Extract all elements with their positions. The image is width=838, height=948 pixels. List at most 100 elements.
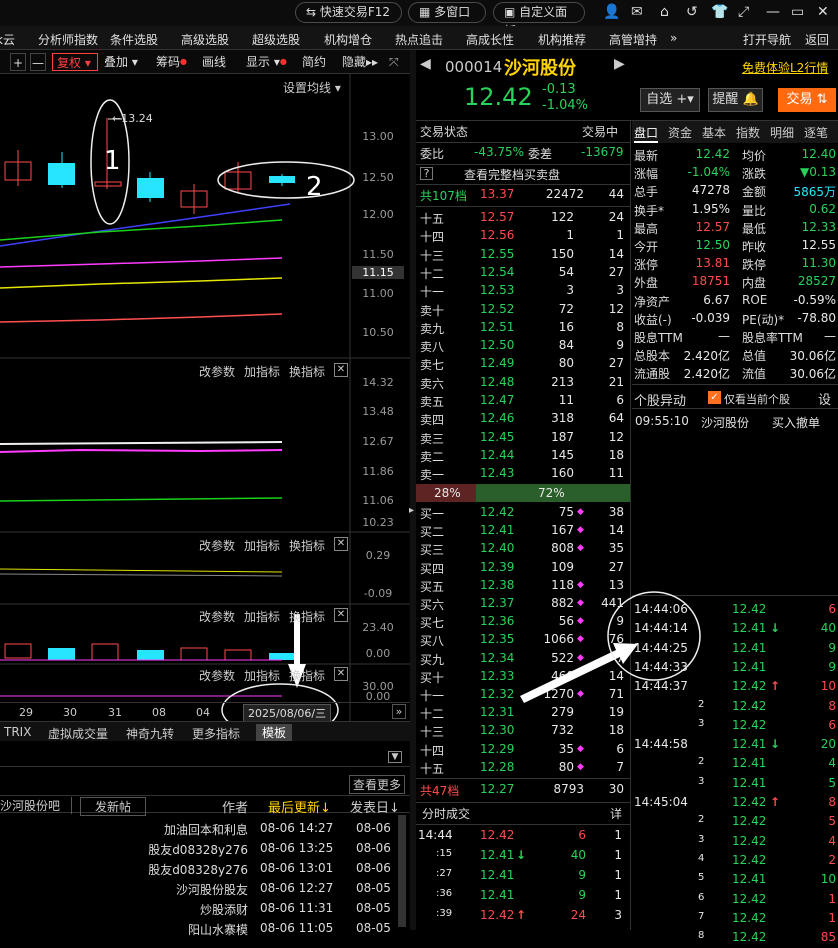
ask-row[interactable]: 卖七 12.49 80 27 xyxy=(416,356,630,374)
tab-detail[interactable]: 明细 xyxy=(770,124,794,141)
zoom-out-button[interactable]: — xyxy=(30,53,46,71)
ask-row[interactable]: 十三 12.55 150 14 xyxy=(416,247,630,265)
movement-settings-button[interactable]: 设 xyxy=(818,389,831,408)
mail-icon[interactable]: ✉ xyxy=(631,4,643,20)
edit-params-button[interactable]: 改参数 xyxy=(199,363,235,380)
alert-button[interactable]: 提醒 🔔 xyxy=(708,88,763,112)
l2-promo-link[interactable]: 免费体验L2行情 xyxy=(742,59,828,76)
close-panel-icon[interactable]: ✕ xyxy=(334,363,348,377)
forum-row[interactable]: 炒股添财 08-06 11:31 08-05 xyxy=(0,901,396,919)
menu-item-condition-select[interactable]: 条件选股 xyxy=(110,31,158,48)
menu-item-hotspot[interactable]: 热点追击 xyxy=(395,31,443,48)
tab-basic[interactable]: 基本 xyxy=(702,124,726,141)
menu-item-exec-increase[interactable]: 高管增持 xyxy=(609,31,657,48)
ask-row[interactable]: 十一 12.53 3 3 xyxy=(416,283,630,301)
forum-row[interactable]: 加油回本和利息 08-06 14:27 08-06 xyxy=(0,821,396,839)
switch-indicator-button[interactable]: 换指标 xyxy=(289,608,325,625)
bid-row[interactable]: 十五 12.28 80 ◆ 7 xyxy=(416,760,630,778)
bid-row[interactable]: 十四 12.29 35 ◆ 6 xyxy=(416,742,630,760)
ask-row[interactable]: 卖六 12.48 213 21 xyxy=(416,375,630,393)
ask-row[interactable]: 十五 12.57 122 24 xyxy=(416,210,630,228)
ask-row[interactable]: 卖九 12.51 16 8 xyxy=(416,320,630,338)
bid-row[interactable]: 买二 12.41 167 ◆ 14 xyxy=(416,523,630,541)
prev-stock-icon[interactable]: ◀ xyxy=(420,56,431,72)
simple-button[interactable]: 简约 xyxy=(302,53,326,71)
ma-settings-button[interactable]: 设置均线 ▾ xyxy=(283,79,341,96)
bid-row[interactable]: 买一 12.42 75 ◆ 38 xyxy=(416,505,630,523)
tab-tick-by-tick[interactable]: 逐笔 xyxy=(804,124,828,141)
menu-item-advanced-select[interactable]: 高级选股 xyxy=(181,31,229,48)
hide-button[interactable]: 隐藏▸▸ xyxy=(342,53,378,71)
ticks-detail-button[interactable]: 详 xyxy=(610,805,622,822)
add-indicator-button[interactable]: 加指标 xyxy=(244,667,280,684)
fuquan-dropdown[interactable]: 复权 ▾ xyxy=(52,53,98,71)
close-panel-icon[interactable]: ✕ xyxy=(334,537,348,551)
menu-more-icon[interactable]: » xyxy=(670,31,677,45)
back-icon[interactable]: ↺ xyxy=(686,4,698,20)
quick-trade-button[interactable]: ⇆ 快速交易F12 xyxy=(295,2,402,23)
tab-magic-nine[interactable]: 神奇九转 xyxy=(126,725,174,742)
forum-row[interactable]: 阳山水寨模 08-06 11:05 08-05 xyxy=(0,921,396,939)
draw-line-button[interactable]: 画线 xyxy=(202,53,226,71)
new-post-button[interactable]: 发新帖 xyxy=(80,797,147,816)
only-current-checkbox[interactable]: ✓ xyxy=(708,391,721,404)
fullscreen-icon[interactable]: ⤢ xyxy=(738,4,749,20)
menu-item-institution-recommend[interactable]: 机构推荐 xyxy=(538,31,586,48)
post-date-header[interactable]: 发表日↓ xyxy=(350,797,400,816)
watchlist-button[interactable]: 自选 +▾ xyxy=(640,88,700,112)
tab-funds[interactable]: 资金 xyxy=(668,124,692,141)
scrollbar[interactable] xyxy=(398,815,406,927)
full-book-button[interactable]: 查看完整档买卖盘 xyxy=(464,166,560,183)
restore-icon[interactable]: ▭ xyxy=(791,4,804,20)
menu-item-cloud[interactable]: k云 xyxy=(0,31,15,48)
bid-row[interactable]: 买三 12.40 808 ◆ 35 xyxy=(416,541,630,559)
multi-window-button[interactable]: ▦ 多窗口 xyxy=(408,2,486,23)
zoom-in-button[interactable]: + xyxy=(10,53,26,71)
view-more-button[interactable]: 查看更多 xyxy=(349,775,406,794)
expand-icon[interactable]: ⤧ xyxy=(389,53,399,71)
tab-more-indicators[interactable]: 更多指标 xyxy=(192,725,240,742)
add-indicator-button[interactable]: 加指标 xyxy=(244,363,280,380)
ask-row[interactable]: 卖一 12.43 160 11 xyxy=(416,466,630,484)
menu-item-open-nav[interactable]: 打开导航 xyxy=(743,31,791,48)
home-icon[interactable]: ⌂ xyxy=(660,4,669,20)
close-panel-icon[interactable]: ✕ xyxy=(334,608,348,622)
switch-indicator-button[interactable]: 换指标 xyxy=(289,537,325,554)
scroll-right-icon[interactable]: » xyxy=(392,704,406,719)
ask-row[interactable]: 卖三 12.45 187 12 xyxy=(416,430,630,448)
minimize-icon[interactable]: — xyxy=(766,4,780,20)
tab-virtual-volume[interactable]: 虚拟成交量 xyxy=(48,725,108,742)
last-update-header[interactable]: 最后更新↓ xyxy=(268,797,331,816)
ask-row[interactable]: 卖五 12.47 11 6 xyxy=(416,393,630,411)
overlay-dropdown[interactable]: 叠加 ▾ xyxy=(104,53,138,71)
switch-indicator-button[interactable]: 换指标 xyxy=(289,667,325,684)
next-stock-icon[interactable]: ▶ xyxy=(614,56,625,72)
menu-item-back[interactable]: 返回 xyxy=(805,31,829,48)
forum-row[interactable]: 沙河股份股友 08-06 12:27 08-05 xyxy=(0,881,396,899)
edit-params-button[interactable]: 改参数 xyxy=(199,608,235,625)
forum-row[interactable]: 股友d08328y276 08-06 13:25 08-06 xyxy=(0,841,396,859)
menu-item-institution-add[interactable]: 机构增仓 xyxy=(324,31,372,48)
menu-item-super-select[interactable]: 超级选股 xyxy=(252,31,300,48)
add-indicator-button[interactable]: 加指标 xyxy=(244,608,280,625)
collapse-icon[interactable]: ▼ xyxy=(388,751,402,763)
skin-icon[interactable]: 👕 xyxy=(711,4,728,20)
custom-panel-button[interactable]: ▣ 自定义面板 xyxy=(493,2,585,38)
ask-row[interactable]: 卖十 12.52 72 12 xyxy=(416,302,630,320)
edit-params-button[interactable]: 改参数 xyxy=(199,667,235,684)
ask-row[interactable]: 卖二 12.44 145 18 xyxy=(416,448,630,466)
board-tab[interactable]: 沙河股份吧 xyxy=(0,797,72,814)
user-icon[interactable]: 👤 xyxy=(603,4,620,20)
menu-item-high-growth[interactable]: 高成长性 xyxy=(466,31,514,48)
ask-row[interactable]: 卖八 12.50 84 9 xyxy=(416,338,630,356)
collapse-arrow-icon[interactable]: ▸ xyxy=(409,505,414,516)
menu-item-analyst-index[interactable]: 分析师指数 xyxy=(38,31,98,48)
tab-trix[interactable]: TRIX xyxy=(4,725,31,739)
bid-row[interactable]: 十三 12.30 732 18 xyxy=(416,723,630,741)
ask-row[interactable]: 十四 12.56 1 1 xyxy=(416,228,630,246)
display-dropdown[interactable]: 显示 ▾● xyxy=(246,53,287,71)
forum-row[interactable]: 股友d08328y276 08-06 13:01 08-06 xyxy=(0,861,396,879)
help-icon[interactable]: ? xyxy=(420,167,433,180)
ask-row[interactable]: 十二 12.54 54 27 xyxy=(416,265,630,283)
tab-pankou[interactable]: 盘口 xyxy=(634,124,659,143)
